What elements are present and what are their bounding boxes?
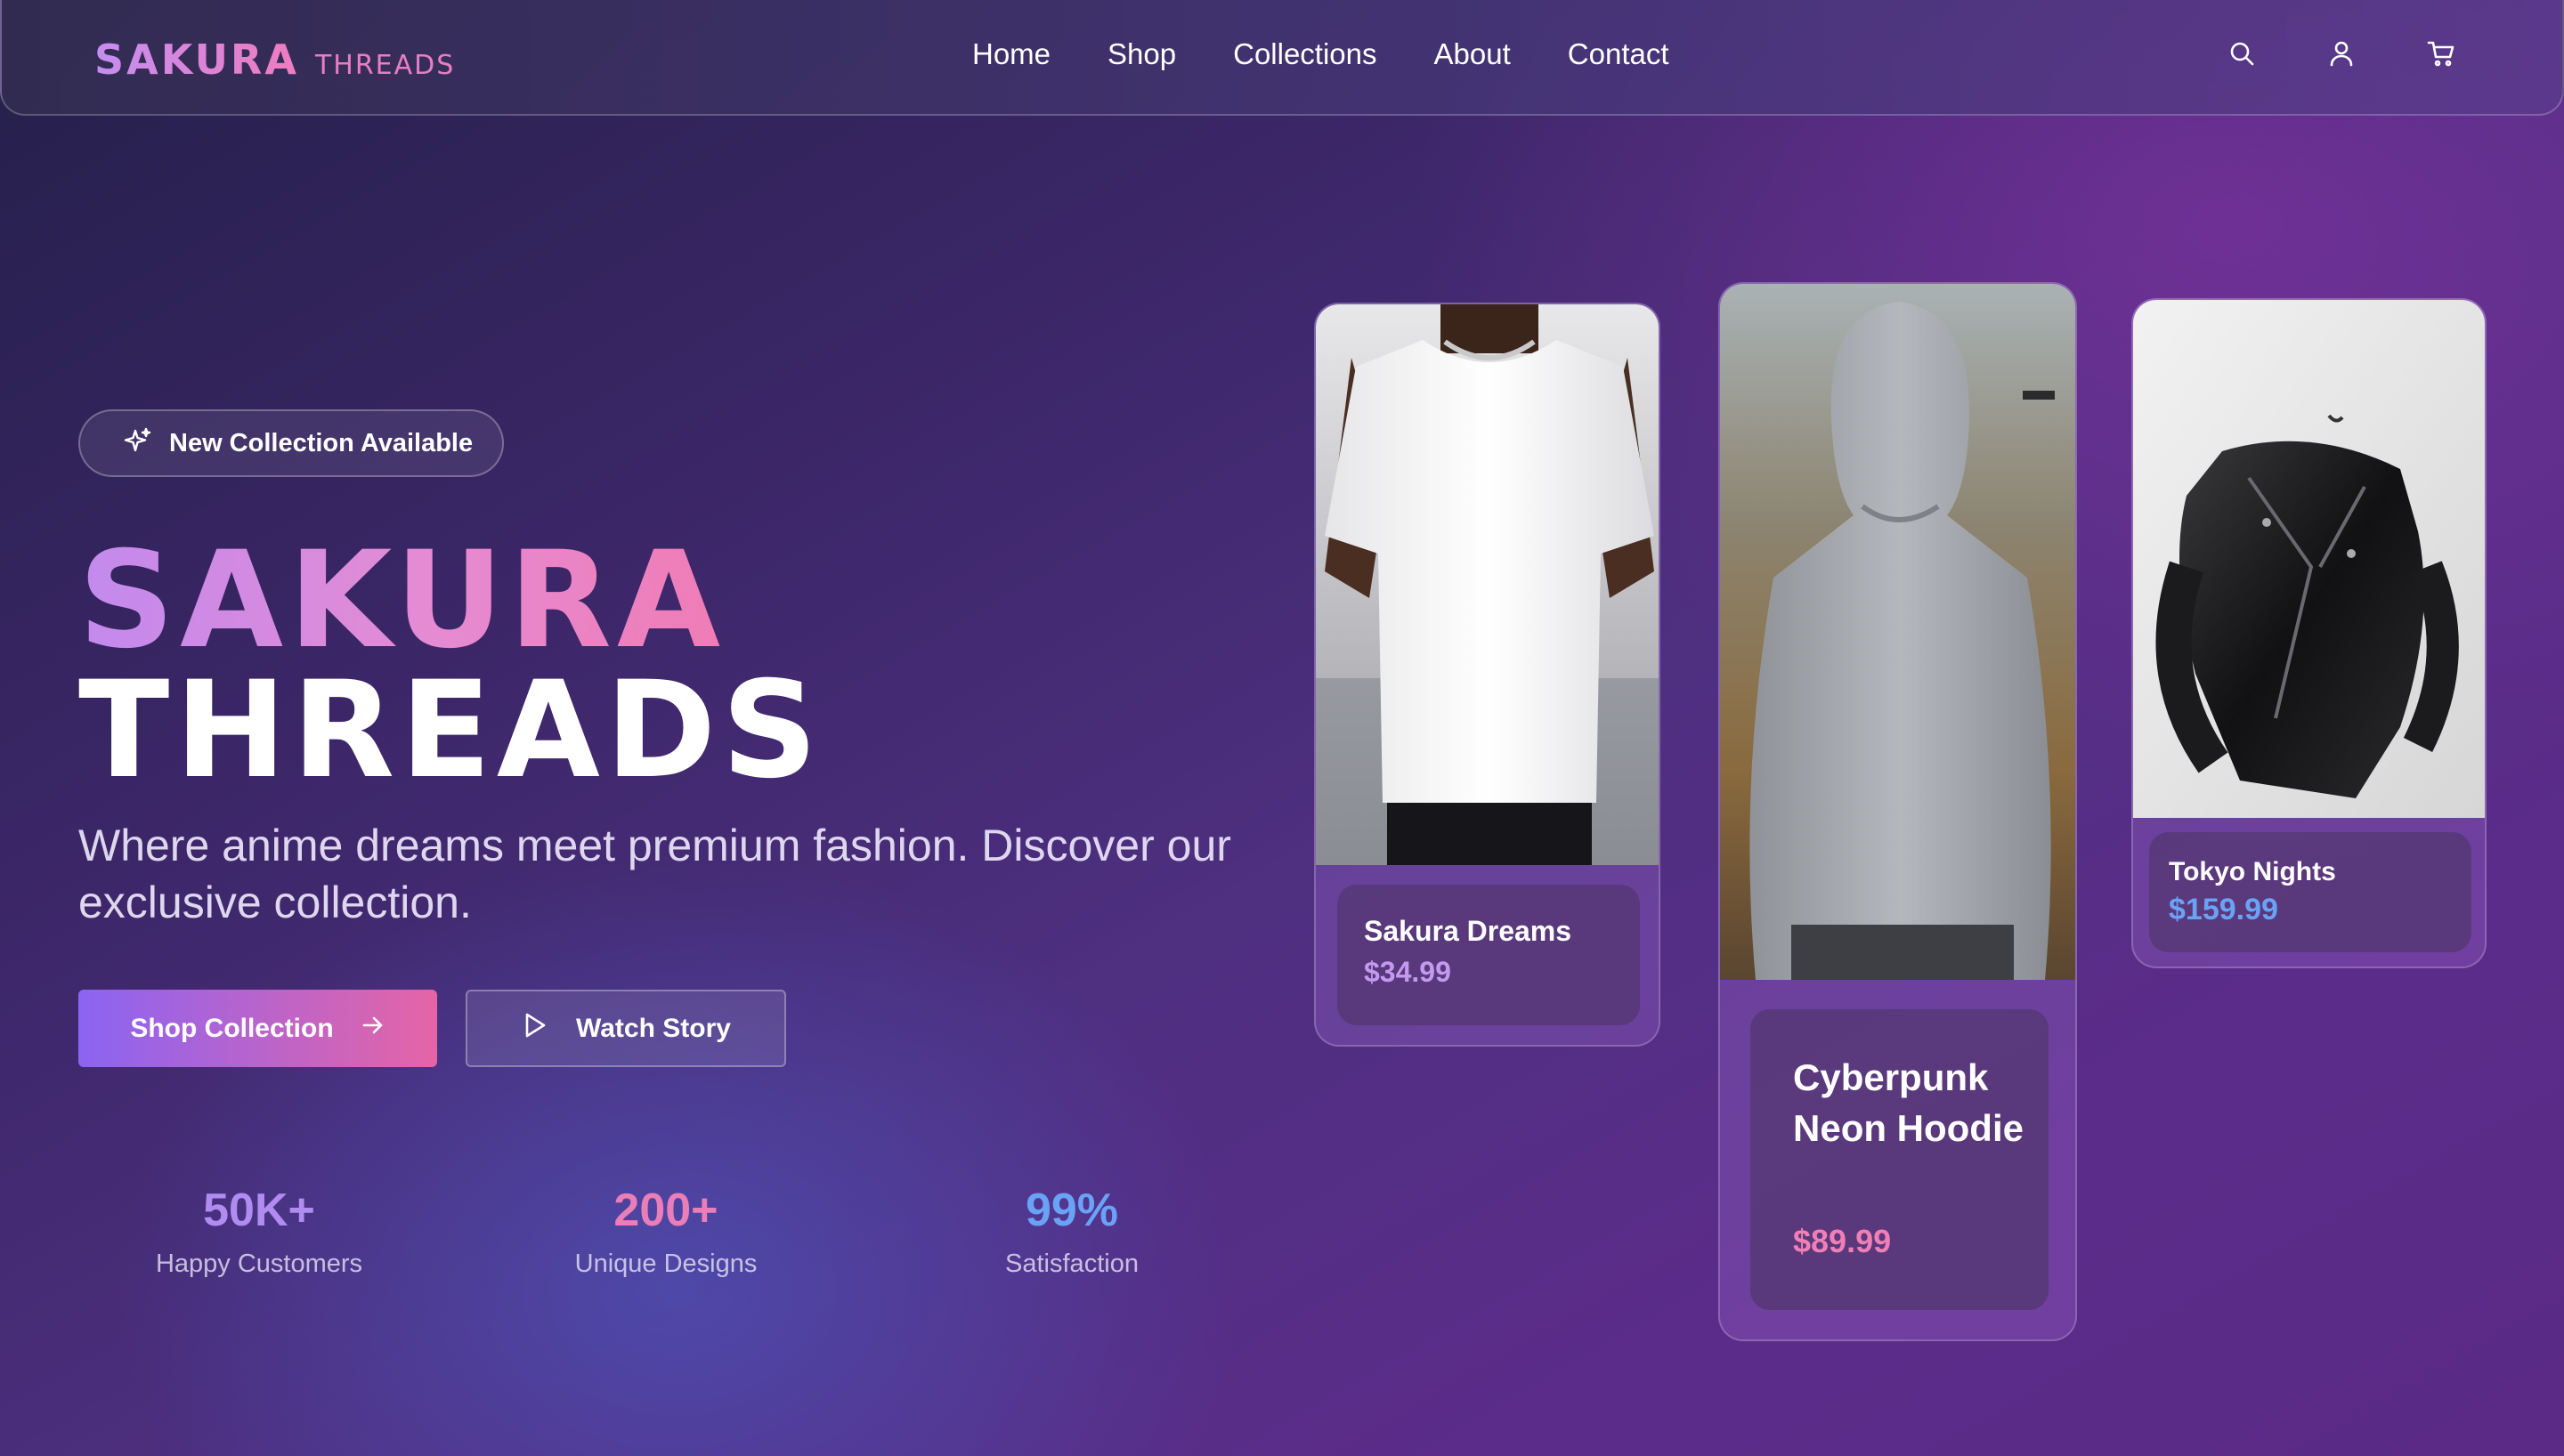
watch-story-button[interactable]: Watch Story bbox=[466, 990, 786, 1067]
new-collection-badge[interactable]: New Collection Available bbox=[78, 409, 504, 477]
leather-jacket-photo bbox=[2133, 300, 2485, 818]
search-icon[interactable] bbox=[2227, 39, 2256, 68]
hero-tagline: Where anime dreams meet premium fashion.… bbox=[78, 821, 1231, 927]
brand-logo-sub: THREADS bbox=[314, 50, 456, 81]
product-card-tokyo-nights[interactable]: Tokyo Nights $159.99 bbox=[2131, 298, 2487, 968]
cart-icon[interactable] bbox=[2427, 39, 2455, 68]
user-icon[interactable] bbox=[2327, 39, 2356, 68]
brand-logo-main: SAKURA bbox=[94, 36, 299, 84]
nav-link-shop[interactable]: Shop bbox=[1108, 37, 1176, 71]
stat-value: 50K+ bbox=[203, 1185, 315, 1236]
stat-satisfaction: 99% Satisfaction bbox=[938, 1184, 1205, 1279]
stat-label: Happy Customers bbox=[155, 1250, 363, 1278]
product-card-cyberpunk-hoodie[interactable]: Cyberpunk Neon Hoodie $89.99 bbox=[1718, 282, 2077, 1341]
product-price: $89.99 bbox=[1793, 1223, 1892, 1259]
stat-customers: 50K+ Happy Customers bbox=[126, 1184, 393, 1279]
stat-label: Satisfaction bbox=[1005, 1250, 1139, 1278]
hero-title-line2: THREADS bbox=[78, 653, 824, 808]
nav-link-home[interactable]: Home bbox=[972, 37, 1051, 71]
top-navbar: SAKURA THREADS Home Shop Collections Abo… bbox=[0, 0, 2564, 116]
stat-value: 200+ bbox=[613, 1185, 718, 1236]
product-info: Sakura Dreams $34.99 bbox=[1337, 885, 1640, 1025]
arrow-right-icon bbox=[361, 1013, 385, 1045]
product-name: Cyberpunk Neon Hoodie bbox=[1793, 1056, 2024, 1149]
hero-title-line1: SAKURA bbox=[78, 523, 726, 678]
product-info: Tokyo Nights $159.99 bbox=[2149, 832, 2471, 952]
product-name: Tokyo Nights bbox=[2169, 857, 2336, 886]
grey-hoodie-photo bbox=[1720, 284, 2075, 980]
nav-link-collections[interactable]: Collections bbox=[1233, 37, 1376, 71]
stat-label: Unique Designs bbox=[574, 1250, 758, 1278]
shop-collection-label: Shop Collection bbox=[130, 1013, 334, 1043]
nav-icon-group bbox=[2227, 39, 2455, 68]
white-tshirt-photo bbox=[1316, 304, 1659, 865]
nav-link-contact[interactable]: Contact bbox=[1568, 37, 1669, 71]
sparkles-icon bbox=[123, 426, 153, 461]
stat-designs: 200+ Unique Designs bbox=[532, 1184, 799, 1279]
product-price: $159.99 bbox=[2169, 893, 2278, 926]
play-icon bbox=[521, 1012, 548, 1046]
shop-collection-button[interactable]: Shop Collection bbox=[78, 990, 437, 1067]
watch-story-label: Watch Story bbox=[576, 1013, 731, 1043]
main-menu: Home Shop Collections About Contact bbox=[972, 37, 1669, 71]
badge-label: New Collection Available bbox=[169, 428, 474, 457]
product-name: Sakura Dreams bbox=[1364, 915, 1572, 947]
nav-link-about[interactable]: About bbox=[1434, 37, 1511, 71]
product-price: $34.99 bbox=[1364, 956, 1451, 988]
product-card-sakura-dreams[interactable]: Sakura Dreams $34.99 bbox=[1314, 303, 1660, 1047]
stat-value: 99% bbox=[1025, 1185, 1119, 1236]
brand-logo[interactable]: SAKURA THREADS bbox=[94, 36, 455, 84]
product-info: Cyberpunk Neon Hoodie $89.99 bbox=[1750, 1009, 2049, 1310]
